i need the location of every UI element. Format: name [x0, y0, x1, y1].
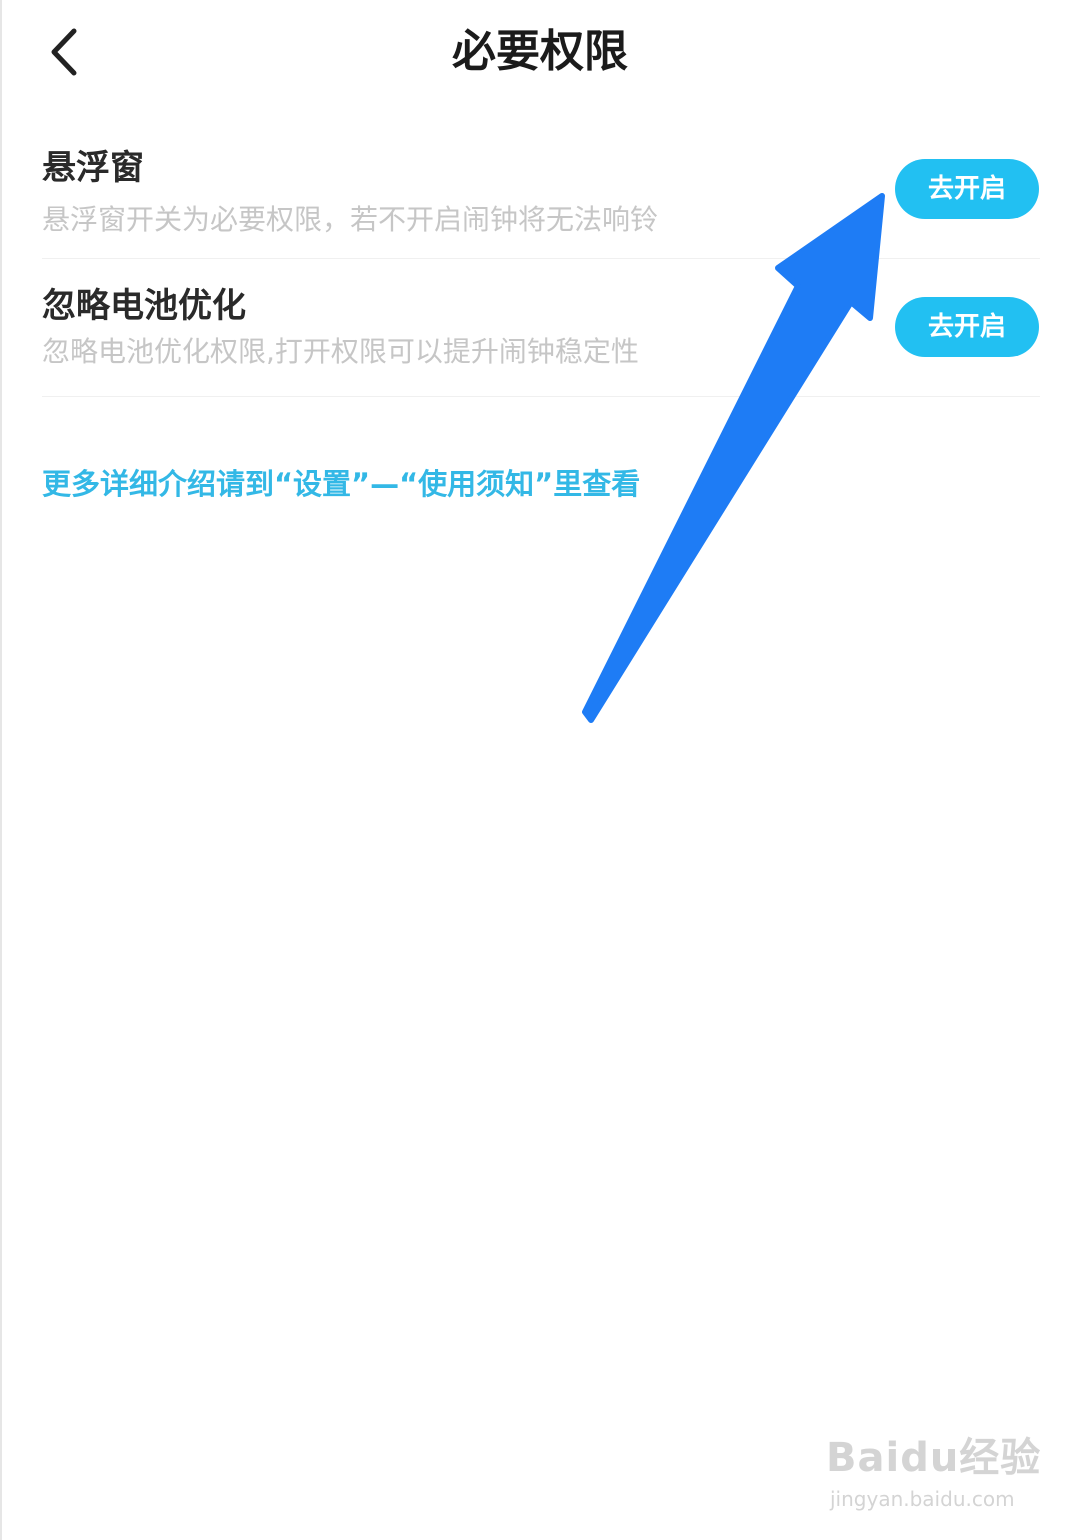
permission-description: 忽略电池优化权限,打开权限可以提升闹钟稳定性	[42, 335, 639, 368]
permission-row-floating-window: 悬浮窗 悬浮窗开关为必要权限，若不开启闹钟将无法响铃 去开启	[0, 140, 1080, 260]
permission-description: 悬浮窗开关为必要权限，若不开启闹钟将无法响铃	[42, 203, 659, 236]
more-info-link[interactable]: 更多详细介绍请到“设置”—“使用须知”里查看	[42, 462, 640, 506]
enable-floating-window-button[interactable]: 去开启	[895, 159, 1039, 219]
watermark-url: jingyan.baidu.com	[830, 1487, 1015, 1511]
divider	[42, 258, 1040, 259]
permission-row-battery-optimization: 忽略电池优化 忽略电池优化权限,打开权限可以提升闹钟稳定性 去开启	[0, 278, 1080, 398]
page-title: 必要权限	[452, 26, 628, 77]
enable-battery-optimization-button[interactable]: 去开启	[895, 297, 1039, 357]
permission-title: 忽略电池优化	[42, 286, 246, 326]
header: 必要权限	[0, 0, 1080, 105]
watermark-logo: Baidu经验	[826, 1435, 1042, 1481]
baidu-jingyan-watermark: Baidu经验 jingyan.baidu.com	[826, 1432, 1040, 1522]
divider	[42, 396, 1040, 397]
permission-title: 悬浮窗	[42, 148, 144, 188]
